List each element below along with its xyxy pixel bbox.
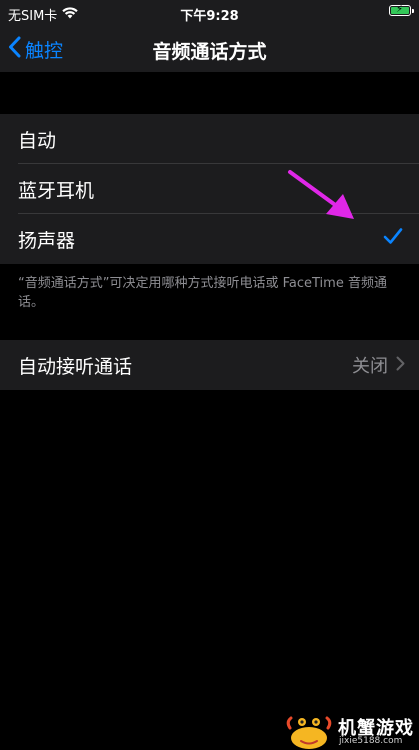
status-time: 下午9:28 bbox=[180, 9, 239, 24]
auto-answer-calls-row[interactable]: 自动接听通话 关闭 bbox=[0, 340, 419, 390]
navigation-bar: 触控 音频通话方式 bbox=[0, 26, 419, 72]
option-label: 蓝牙耳机 bbox=[18, 179, 95, 202]
battery-indicator: ⚡ bbox=[389, 4, 414, 20]
option-automatic[interactable]: 自动 bbox=[0, 114, 419, 164]
chevron-left-icon bbox=[8, 36, 21, 63]
auto-answer-value: 关闭 bbox=[352, 356, 388, 377]
routing-footer-note: “音频通话方式”可决定用哪种方式接听电话或 FaceTime 音频通话。 bbox=[18, 276, 387, 310]
call-audio-routing-list: 自动 蓝牙耳机 扬声器 bbox=[0, 114, 419, 264]
option-speaker[interactable]: 扬声器 bbox=[0, 214, 419, 264]
auto-answer-label: 自动接听通话 bbox=[18, 355, 133, 378]
checkmark-icon bbox=[383, 227, 403, 250]
watermark: 机蟹游戏 jixie5188.com bbox=[284, 712, 419, 750]
option-bluetooth-headset[interactable]: 蓝牙耳机 bbox=[0, 164, 419, 214]
auto-answer-detail: 关闭 bbox=[352, 340, 405, 390]
crab-logo-icon bbox=[286, 716, 332, 749]
auto-answer-group: 自动接听通话 关闭 bbox=[0, 340, 419, 390]
status-bar: 无SIM卡 下午9:28 ⚡ bbox=[0, 0, 419, 26]
option-label: 自动 bbox=[18, 129, 57, 152]
battery-icon: ⚡ bbox=[389, 4, 414, 16]
back-button[interactable]: 触控 bbox=[8, 36, 63, 63]
chevron-right-icon bbox=[396, 355, 405, 376]
option-label: 扬声器 bbox=[18, 229, 76, 252]
watermark-url: jixie5188.com bbox=[339, 736, 403, 746]
back-label: 触控 bbox=[25, 40, 64, 62]
